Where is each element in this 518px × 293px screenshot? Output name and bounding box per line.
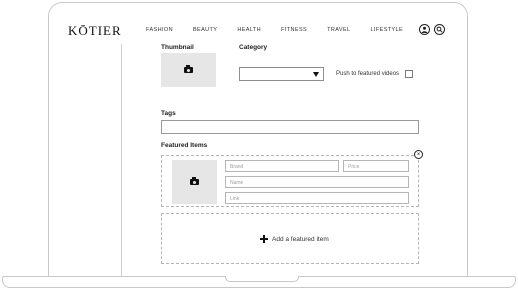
nav-item-fitness[interactable]: FITNESS xyxy=(281,27,307,33)
tags-input[interactable] xyxy=(161,120,419,134)
laptop-notch xyxy=(225,276,299,282)
push-to-featured-checkbox[interactable] xyxy=(405,70,413,78)
user-icon[interactable] xyxy=(419,24,430,35)
featured-item-card: Brand Price Name Link xyxy=(161,155,419,207)
thumbnail-upload[interactable] xyxy=(161,53,216,87)
thumbnail-label: Thumbnail xyxy=(161,44,194,51)
site-logo[interactable]: KŌTIER xyxy=(68,23,122,39)
plus-icon xyxy=(260,235,268,243)
remove-item-button[interactable]: × xyxy=(414,150,423,159)
link-field[interactable]: Link xyxy=(225,192,409,204)
brand-field[interactable]: Brand xyxy=(225,160,339,172)
price-field[interactable]: Price xyxy=(343,160,409,172)
caret-down-icon xyxy=(313,72,319,77)
screen: KŌTIER FASHION BEAUTY HEALTH FITNESS TRA… xyxy=(60,14,456,276)
laptop-base xyxy=(2,276,516,288)
category-select[interactable] xyxy=(239,67,324,81)
camera-icon xyxy=(190,177,199,185)
nav-item-lifestyle[interactable]: LIFESTYLE xyxy=(370,27,403,33)
add-featured-item-label: Add a featured item xyxy=(272,236,329,243)
nav-item-travel[interactable]: TRAVEL xyxy=(327,27,350,33)
add-featured-item-button[interactable]: Add a featured item xyxy=(161,213,419,264)
nav-links: FASHION BEAUTY HEALTH FITNESS TRAVEL LIF… xyxy=(146,27,423,33)
close-icon: × xyxy=(416,151,421,158)
nav-item-health[interactable]: HEALTH xyxy=(237,27,261,33)
search-icon[interactable] xyxy=(434,24,445,35)
camera-icon xyxy=(184,65,193,73)
top-navigation: KŌTIER FASHION BEAUTY HEALTH FITNESS TRA… xyxy=(60,14,456,44)
push-to-featured-label: Push to featured videos xyxy=(336,71,400,77)
nav-item-beauty[interactable]: BEAUTY xyxy=(193,27,217,33)
featured-items-label: Featured Items xyxy=(161,142,208,149)
sidebar-divider xyxy=(121,44,122,276)
nav-item-fashion[interactable]: FASHION xyxy=(146,27,173,33)
featured-item-image-upload[interactable] xyxy=(172,160,217,204)
name-field[interactable]: Name xyxy=(225,176,409,188)
category-label: Category xyxy=(239,44,268,51)
tags-label: Tags xyxy=(161,110,176,117)
